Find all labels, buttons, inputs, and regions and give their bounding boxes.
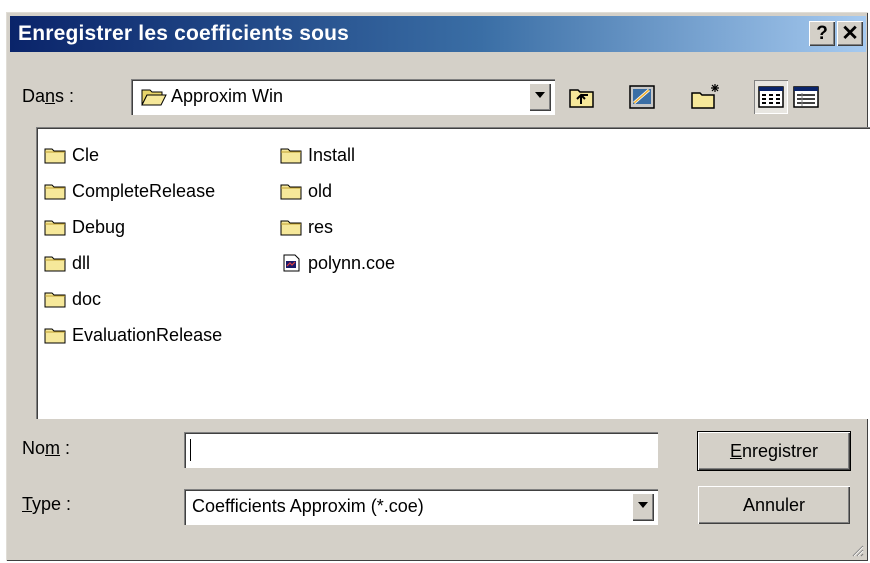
close-button[interactable]: ✕ [837, 21, 863, 46]
item-name: old [308, 180, 333, 201]
filetype-select[interactable]: Coefficients Approxim (*.coe) [184, 489, 658, 525]
list-item-folder[interactable]: doc [44, 289, 101, 309]
filetype-dropdown-button[interactable] [632, 493, 654, 521]
item-name: EvaluationRelease [72, 324, 223, 345]
list-view-icon [758, 86, 784, 108]
location-label: Dans : [22, 86, 75, 106]
folder-icon [44, 292, 66, 308]
list-item-folder[interactable]: CompleteRelease [44, 181, 215, 201]
location-combo[interactable]: Approxim Win [131, 79, 555, 115]
new-folder-button[interactable] [689, 80, 723, 114]
desktop-button[interactable] [625, 80, 659, 114]
item-name: Debug [72, 216, 126, 237]
dialog-title: Enregistrer les coefficients sous [18, 22, 350, 45]
list-item-folder[interactable]: Cle [44, 145, 99, 165]
list-item-folder[interactable]: res [280, 217, 333, 237]
list-item-folder[interactable]: old [280, 181, 332, 201]
folder-icon [44, 148, 66, 164]
title-bar[interactable]: Enregistrer les coefficients sous ? ✕ [10, 16, 866, 52]
list-item-folder[interactable]: EvaluationRelease [44, 325, 222, 345]
item-name: CompleteRelease [72, 180, 216, 201]
details-view-icon [793, 86, 819, 108]
type-label: Type : [22, 494, 72, 514]
item-name: doc [72, 288, 102, 309]
list-view-button[interactable] [754, 80, 788, 114]
folder-icon [44, 256, 66, 272]
folder-icon [44, 220, 66, 236]
list-item-file[interactable]: polynn.coe [280, 253, 395, 273]
details-view-button[interactable] [789, 80, 823, 114]
file-list[interactable]: Cle CompleteRelease Debug dll doc Evalua… [36, 127, 870, 419]
text-caret [190, 439, 191, 461]
up-one-level-icon [569, 89, 594, 108]
new-folder-icon [691, 84, 719, 109]
item-name: polynn.coe [308, 252, 396, 273]
location-value: Approxim Win [171, 86, 284, 106]
folder-icon [280, 220, 302, 236]
item-name: res [308, 216, 334, 237]
cancel-button[interactable]: Annuler [698, 486, 850, 524]
folder-icon [280, 184, 302, 200]
list-item-folder[interactable]: dll [44, 253, 90, 273]
item-name: dll [72, 252, 91, 273]
folder-icon [44, 328, 66, 344]
resize-grip-icon[interactable] [850, 543, 864, 557]
item-name: Install [308, 144, 356, 165]
up-one-level-button[interactable] [565, 80, 599, 114]
location-dropdown-button[interactable] [529, 83, 551, 111]
folder-icon [44, 184, 66, 200]
open-folder-icon [141, 89, 167, 106]
item-name: Cle [72, 144, 100, 165]
folder-icon [280, 148, 302, 164]
save-dialog: Enregistrer les coefficients sous ? ✕ Da… [6, 12, 870, 561]
filename-input[interactable] [184, 432, 658, 468]
filetype-value: Coefficients Approxim (*.coe) [192, 496, 424, 516]
name-label: Nom : [22, 438, 71, 458]
save-button[interactable]: Enregistrer [697, 431, 851, 471]
desktop-icon [629, 85, 655, 109]
list-item-folder[interactable]: Install [280, 145, 355, 165]
help-button[interactable]: ? [809, 21, 835, 46]
list-item-folder[interactable]: Debug [44, 217, 125, 237]
document-icon [283, 254, 300, 272]
